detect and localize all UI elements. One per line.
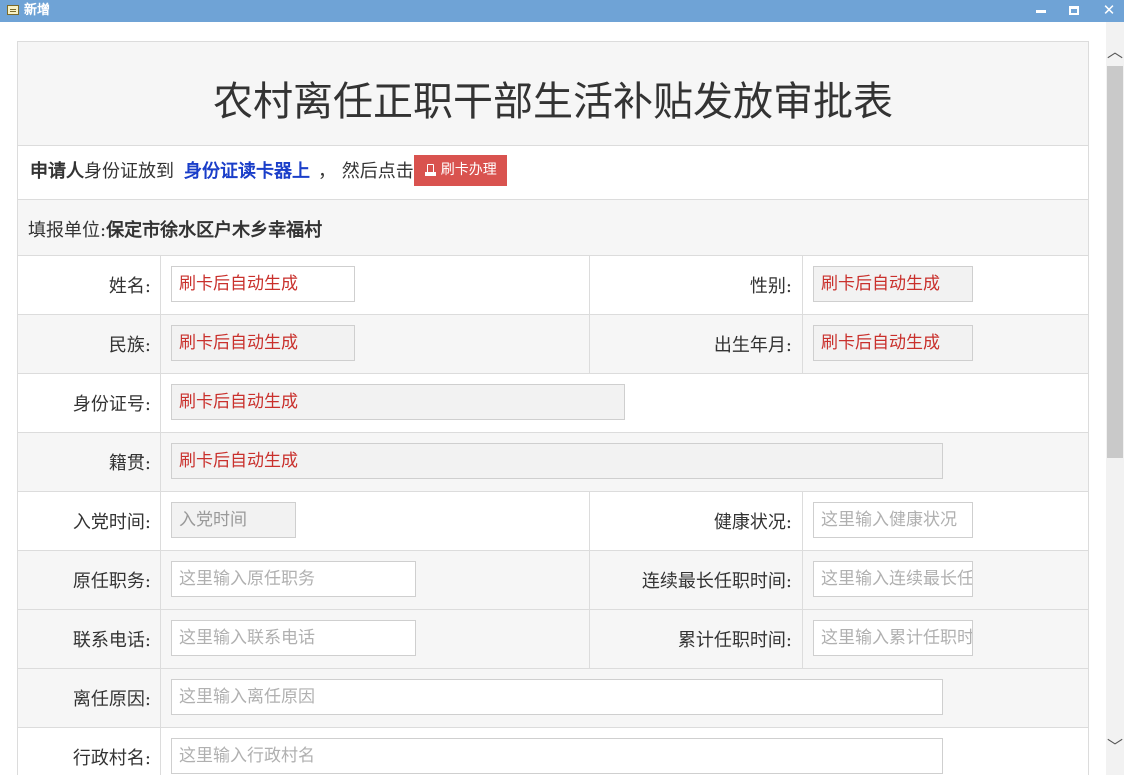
notice-text-1: 身份证放到 — [84, 161, 174, 182]
row-native-place: 籍贯: 刷卡后自动生成 — [18, 433, 1088, 492]
former-post-input[interactable]: 这里输入原任职务 — [171, 561, 416, 597]
village-input[interactable]: 这里输入行政村名 — [171, 738, 943, 774]
total-term-label: 累计任职时间: — [677, 630, 792, 651]
row-ethnicity-birth: 民族: 刷卡后自动生成 出生年月: 刷卡后自动生成 — [18, 315, 1088, 374]
native-place-field[interactable]: 刷卡后自动生成 — [171, 443, 943, 479]
ethnicity-label: 民族: — [108, 335, 151, 356]
longest-term-label: 连续最长任职时间: — [641, 571, 792, 592]
approval-form: 农村离任正职干部生活补贴发放审批表 申请人身份证放到 身份证读卡器上， 然后点击刷… — [17, 41, 1089, 775]
swipe-card-button[interactable]: 刷卡办理 — [413, 155, 507, 186]
name-label: 姓名: — [108, 276, 151, 297]
id-number-field[interactable]: 刷卡后自动生成 — [171, 384, 625, 420]
ethnicity-field[interactable]: 刷卡后自动生成 — [171, 325, 355, 361]
gender-field[interactable]: 刷卡后自动生成 — [813, 266, 973, 302]
row-party-health: 入党时间: 入党时间 健康状况: 这里输入健康状况 — [18, 492, 1088, 551]
notice-applicant: 申请人 — [30, 161, 84, 182]
health-input[interactable]: 这里输入健康状况 — [813, 502, 973, 538]
window-title: 新增 — [24, 3, 51, 18]
unit-label: 填报单位: — [28, 220, 107, 241]
notice-bar: 申请人身份证放到 身份证读卡器上 ， 然后点击 刷卡办理 — [18, 146, 1088, 200]
name-field[interactable]: 刷卡后自动生成 — [171, 266, 355, 302]
notice-reader: 身份证读卡器上 — [184, 161, 310, 182]
unit-value: 保定市徐水区户木乡幸福村 — [106, 220, 323, 241]
total-term-input[interactable]: 这里输入累计任职时间 — [813, 620, 973, 656]
row-post-term: 原任职务: 这里输入原任职务 连续最长任职时间: 这里输入连续最长任职时间 — [18, 551, 1088, 610]
row-id-number: 身份证号: 刷卡后自动生成 — [18, 374, 1088, 433]
id-number-label: 身份证号: — [72, 394, 151, 415]
content-area: 农村离任正职干部生活补贴发放审批表 申请人身份证放到 身份证读卡器上， 然后点击刷… — [0, 22, 1106, 775]
party-date-field[interactable]: 入党时间 — [171, 502, 296, 538]
row-leave-reason: 离任原因: 这里输入离任原因 — [18, 669, 1088, 728]
former-post-label: 原任职务: — [72, 571, 151, 592]
longest-term-input[interactable]: 这里输入连续最长任职时间 — [813, 561, 973, 597]
maximize-icon — [1069, 6, 1079, 15]
window-titlebar: 新增 ✕ — [0, 0, 1124, 22]
swipe-card-label: 刷卡办理 — [440, 162, 497, 178]
scrollbar-thumb[interactable] — [1107, 66, 1123, 458]
phone-label: 联系电话: — [72, 630, 151, 651]
health-label: 健康状况: — [713, 512, 792, 533]
leave-reason-input[interactable]: 这里输入离任原因 — [171, 679, 943, 715]
scroll-down-icon[interactable]: ﹀ — [1106, 727, 1124, 767]
gender-label: 性别: — [749, 276, 792, 297]
phone-input[interactable]: 这里输入联系电话 — [171, 620, 416, 656]
minimize-button[interactable] — [1030, 0, 1052, 22]
birth-field[interactable]: 刷卡后自动生成 — [813, 325, 973, 361]
notice-text-2: ， 然后点击 — [318, 161, 414, 182]
close-button[interactable]: ✕ — [1098, 0, 1120, 22]
vertical-scrollbar[interactable]: ︿ ﹀ — [1106, 22, 1124, 775]
leave-reason-label: 离任原因: — [72, 689, 151, 710]
maximize-button[interactable] — [1063, 0, 1085, 22]
row-phone-total: 联系电话: 这里输入联系电话 累计任职时间: 这里输入累计任职时间 — [18, 610, 1088, 669]
form-icon — [7, 5, 19, 15]
native-place-label: 籍贯: — [108, 453, 151, 474]
row-village: 行政村名: 这里输入行政村名 — [18, 728, 1088, 775]
form-title: 农村离任正职干部生活补贴发放审批表 — [18, 42, 1088, 146]
village-label: 行政村名: — [72, 748, 151, 769]
party-date-label: 入党时间: — [72, 512, 151, 533]
card-reader-icon — [424, 163, 436, 177]
minimize-icon — [1036, 10, 1046, 13]
row-name-gender: 姓名: 刷卡后自动生成 性别: 刷卡后自动生成 — [18, 256, 1088, 315]
birth-label: 出生年月: — [713, 335, 792, 356]
reporting-unit: 填报单位:保定市徐水区户木乡幸福村 — [18, 200, 1088, 256]
close-icon: ✕ — [1102, 1, 1116, 19]
